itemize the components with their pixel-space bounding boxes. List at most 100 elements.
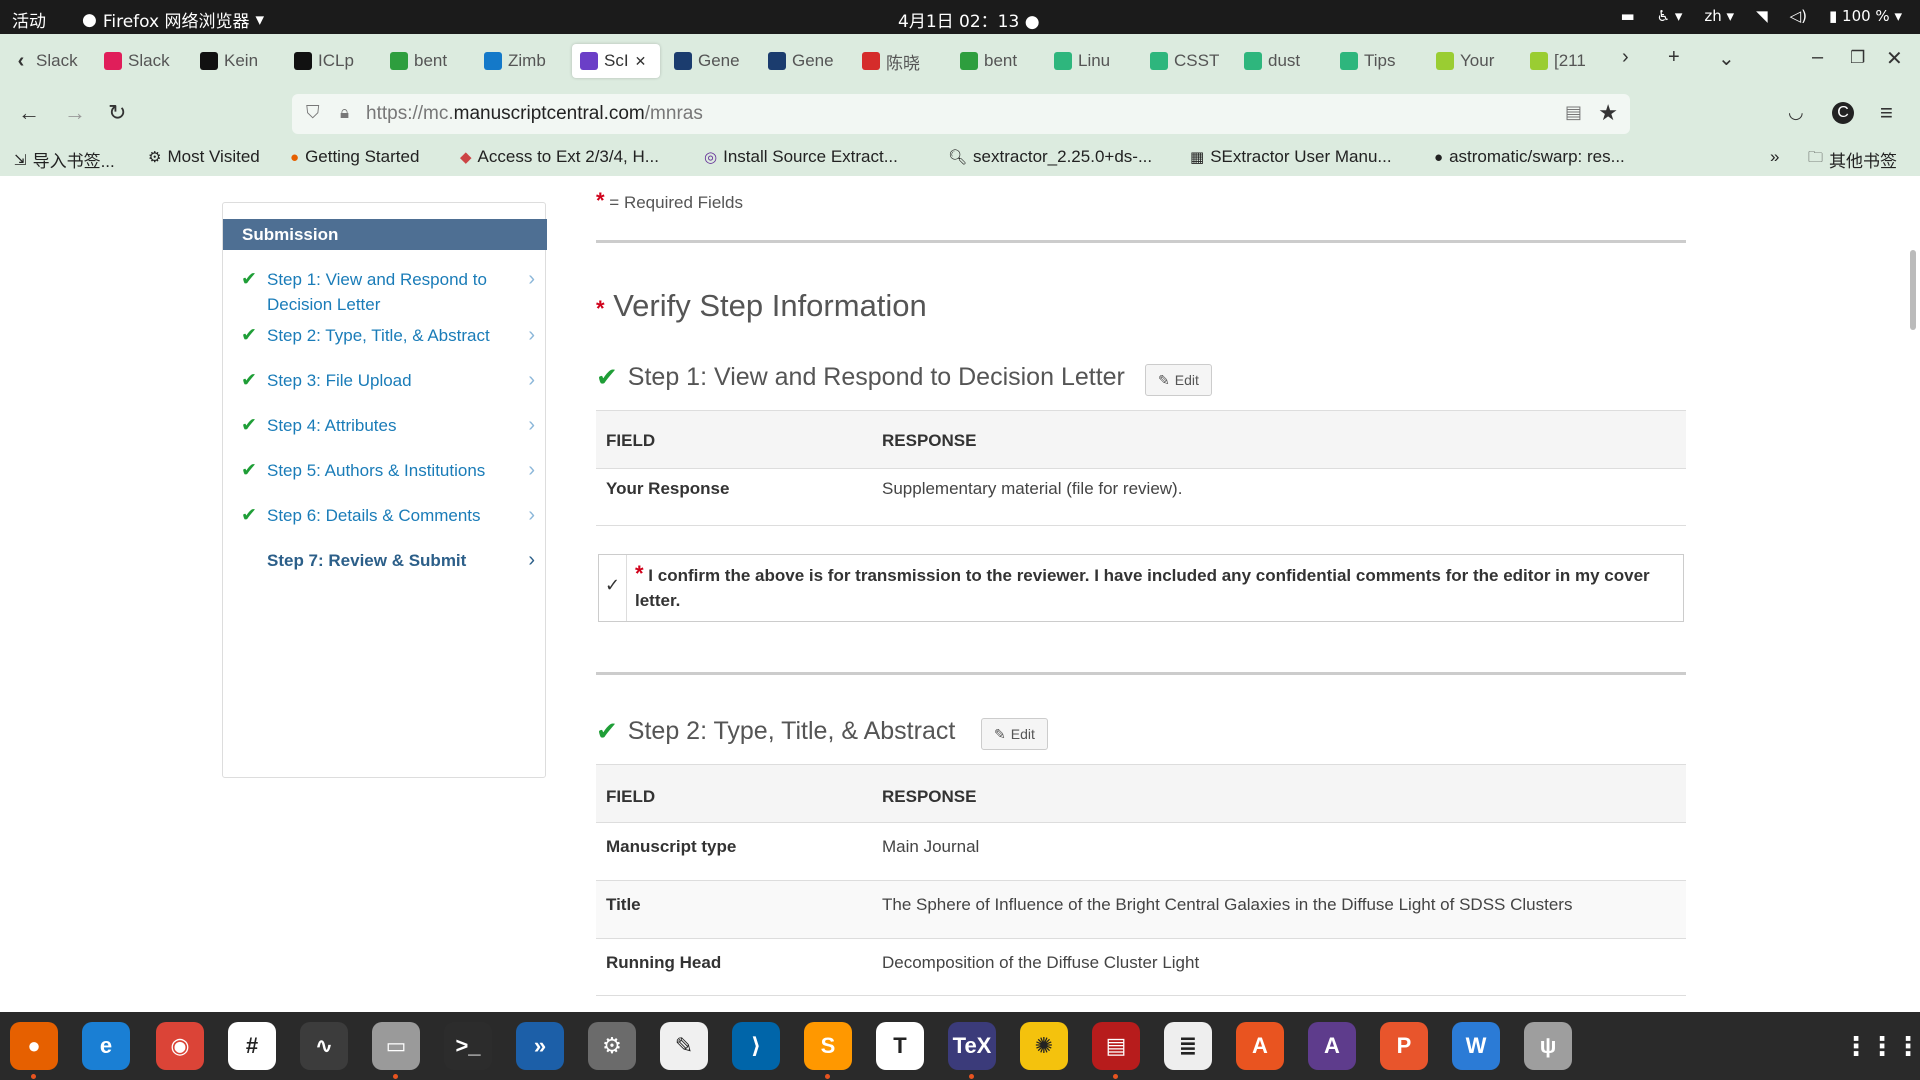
- gear-icon: ⚙: [148, 149, 162, 166]
- tab[interactable]: [211: [1530, 44, 1614, 78]
- edge-icon[interactable]: e: [82, 1022, 130, 1070]
- tab-label: Your: [1460, 51, 1495, 70]
- back-arrow-icon[interactable]: ←: [18, 100, 40, 126]
- tab[interactable]: bent: [960, 44, 1044, 78]
- sidebar-item-step-1[interactable]: ✔ Step 1: View and Respond to Decision Le…: [223, 267, 547, 317]
- tab[interactable]: Slack: [104, 44, 188, 78]
- tab-label: Linu: [1078, 51, 1111, 70]
- chevron-down-icon: ▾: [255, 9, 265, 30]
- tab[interactable]: Zimb: [484, 44, 568, 78]
- new-tab-plus-icon[interactable]: +: [1668, 46, 1680, 69]
- bookmark-swarp[interactable]: ● astromatic/swarp: res...: [1434, 147, 1625, 167]
- tab[interactable]: dust: [1244, 44, 1328, 78]
- tab[interactable]: CSST: [1150, 44, 1234, 78]
- writer-icon[interactable]: W: [1452, 1022, 1500, 1070]
- sidebar-item-step-7[interactable]: Step 7: Review & Submit ›: [223, 548, 547, 573]
- bookmarks-overflow-icon[interactable]: »: [1770, 147, 1779, 167]
- app-menu[interactable]: ● Firefox 网络浏览器 ▾: [82, 7, 265, 33]
- sidebar-item-step-2[interactable]: ✔ Step 2: Type, Title, & Abstract ›: [223, 323, 547, 348]
- chevron-right-icon: ›: [528, 549, 535, 571]
- astro-app-icon[interactable]: A: [1308, 1022, 1356, 1070]
- reader-view-icon[interactable]: ▤: [1565, 102, 1582, 123]
- sidebar-item-label: Step 2: Type, Title, & Abstract: [267, 326, 490, 345]
- confirm-checkbox[interactable]: ✓: [599, 555, 627, 621]
- presentation-icon[interactable]: P: [1380, 1022, 1428, 1070]
- tab[interactable]: Kein: [200, 44, 284, 78]
- list-all-tabs-icon[interactable]: ⌄: [1718, 46, 1735, 71]
- sidebar-item-step-3[interactable]: ✔ Step 3: File Upload ›: [223, 368, 547, 393]
- step1-edit-button[interactable]: ✎ Edit: [1145, 364, 1212, 396]
- bookmark-import[interactable]: ⇲ 导入书签...: [14, 147, 115, 172]
- chevron-right-icon: ›: [528, 459, 535, 481]
- tab-scroll-right-icon[interactable]: ›: [1622, 46, 1629, 69]
- sidebar-item-step-6[interactable]: ✔ Step 6: Details & Comments ›: [223, 503, 547, 528]
- ds9-icon[interactable]: ✺: [1020, 1022, 1068, 1070]
- firefox-icon[interactable]: ●: [10, 1022, 58, 1070]
- tab[interactable]: Your: [1436, 44, 1520, 78]
- url-bar[interactable]: ⛉ 🔒︎ https://mc.manuscriptcentral.com/mn…: [292, 94, 1630, 134]
- shield-icon[interactable]: ⛉: [306, 102, 320, 123]
- tab[interactable]: ICLp: [294, 44, 378, 78]
- settings-icon[interactable]: ⚙: [588, 1022, 636, 1070]
- usb-icon[interactable]: ψ: [1524, 1022, 1572, 1070]
- bookmark-install-source[interactable]: ◎ Install Source Extract...: [704, 147, 898, 167]
- slack-icon[interactable]: #: [228, 1022, 276, 1070]
- account-avatar-icon[interactable]: C: [1832, 102, 1854, 124]
- show-apps-grid-icon[interactable]: ⋮⋮⋮: [1843, 1022, 1920, 1070]
- page-scrollbar[interactable]: [1910, 250, 1916, 330]
- files-icon[interactable]: ▭: [372, 1022, 420, 1070]
- tab[interactable]: bent: [390, 44, 474, 78]
- text-editor-icon[interactable]: ✎: [660, 1022, 708, 1070]
- bookmark-access-ext[interactable]: ◆ Access to Ext 2/3/4, H...: [460, 147, 659, 167]
- restore-icon[interactable]: ❐: [1850, 48, 1865, 68]
- document-viewer-icon[interactable]: ≣: [1164, 1022, 1212, 1070]
- tab-label: Kein: [224, 51, 259, 70]
- import-icon: ⇲: [14, 151, 27, 169]
- tab[interactable]: Gene: [674, 44, 758, 78]
- bookmark-other-folder[interactable]: 🗀︎ 其他书签: [1808, 147, 1897, 172]
- bookmark-most-visited[interactable]: ⚙ Most Visited: [148, 147, 260, 167]
- tab-active[interactable]: ScI ✕: [572, 44, 660, 78]
- window-app-icon[interactable]: ▤: [1092, 1022, 1140, 1070]
- texstudio-icon[interactable]: TeX: [948, 1022, 996, 1070]
- minimize-icon[interactable]: –: [1812, 46, 1823, 69]
- close-tab-icon[interactable]: ✕: [635, 53, 647, 70]
- step2-heading: ✔ Step 2: Type, Title, & Abstract: [596, 716, 956, 746]
- forward-arrow-icon[interactable]: →: [64, 100, 86, 126]
- activities-button[interactable]: 活动: [12, 7, 46, 32]
- sidebar-item-step-4[interactable]: ✔ Step 4: Attributes ›: [223, 413, 547, 438]
- app-store-icon[interactable]: A: [1236, 1022, 1284, 1070]
- tab-label: 陈晓: [886, 53, 920, 73]
- tab[interactable]: Tips: [1340, 44, 1424, 78]
- system-tray[interactable]: ▬ ♿ ▾ zh ▾ ◥ ◁) ▮ 100 % ▾: [1620, 7, 1902, 25]
- remote-icon[interactable]: »: [516, 1022, 564, 1070]
- tab[interactable]: 陈晓: [862, 44, 946, 78]
- sublime-icon[interactable]: S: [804, 1022, 852, 1070]
- check-icon: ✔: [241, 325, 257, 346]
- vscode-icon[interactable]: ⟩: [732, 1022, 780, 1070]
- chrome-icon[interactable]: ◉: [156, 1022, 204, 1070]
- sidebar-item-step-5[interactable]: ✔ Step 5: Authors & Institutions ›: [223, 458, 547, 483]
- reload-icon[interactable]: ↻: [108, 100, 126, 126]
- doc-icon: ▦: [1190, 149, 1205, 166]
- close-window-icon[interactable]: ✕: [1886, 46, 1903, 71]
- tab[interactable]: Gene: [768, 44, 852, 78]
- lock-icon[interactable]: 🔒︎: [340, 103, 349, 123]
- bookmark-sextractor-manual[interactable]: ▦ SExtractor User Manu...: [1190, 147, 1392, 167]
- table-row: Running Head Decomposition of the Diffus…: [596, 938, 1686, 996]
- step2-edit-button[interactable]: ✎ Edit: [981, 718, 1048, 750]
- url-text[interactable]: https://mc.manuscriptcentral.com/mnras: [366, 103, 703, 125]
- required-star: *: [635, 561, 644, 586]
- table-header-row: FIELD RESPONSE: [596, 410, 1686, 468]
- tab[interactable]: Linu: [1054, 44, 1138, 78]
- typora-icon[interactable]: T: [876, 1022, 924, 1070]
- tab[interactable]: ‹ Slack: [12, 44, 96, 78]
- terminal-icon[interactable]: >_: [444, 1022, 492, 1070]
- bookmark-getting-started[interactable]: ● Getting Started: [290, 147, 419, 167]
- bookmark-sextractor[interactable]: 🔍︎ sextractor_2.25.0+ds-...: [948, 147, 1152, 167]
- system-monitor-icon[interactable]: ∿: [300, 1022, 348, 1070]
- clock[interactable]: 4月1日 02：13 ●: [898, 7, 1040, 32]
- hamburger-menu-icon[interactable]: ≡: [1880, 100, 1893, 126]
- pocket-icon[interactable]: ◡: [1788, 102, 1804, 123]
- bookmark-star-icon[interactable]: ★: [1598, 100, 1618, 126]
